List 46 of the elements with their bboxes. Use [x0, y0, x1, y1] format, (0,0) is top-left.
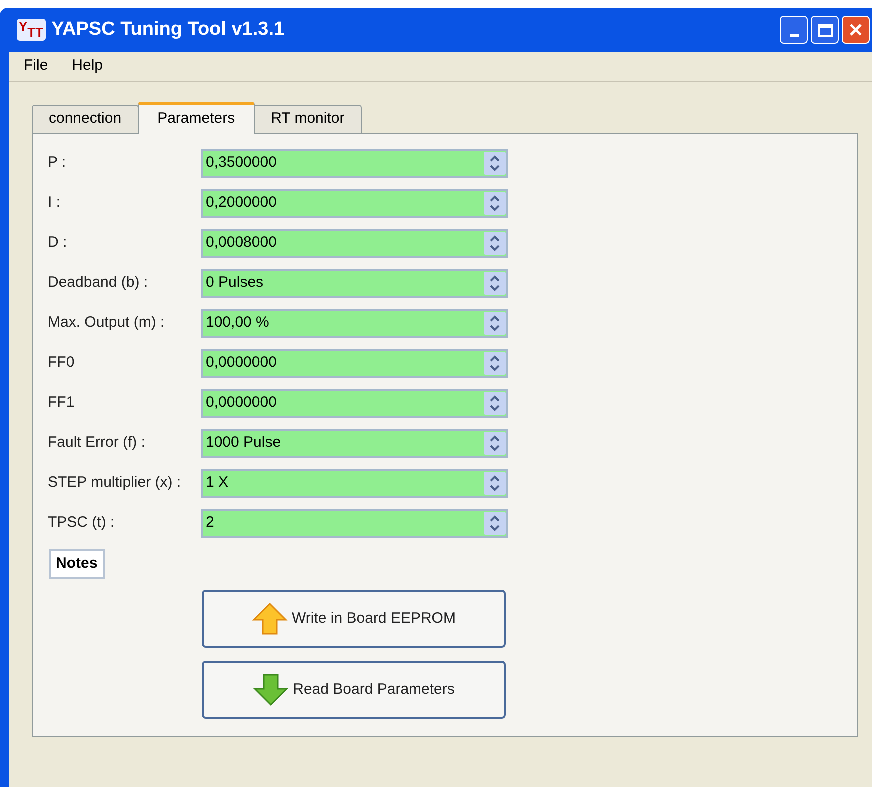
window-title: YAPSC Tuning Tool v1.3.1: [52, 18, 285, 42]
parameter-label: TPSC (t) :: [48, 513, 116, 534]
tab[interactable]: Parameters: [138, 102, 256, 134]
spin-box[interactable]: 0,0000000: [201, 349, 508, 378]
spin-box[interactable]: 2: [201, 509, 508, 538]
maximize-button[interactable]: [811, 16, 839, 44]
spinner-arrows-icon[interactable]: [484, 192, 506, 215]
notes-button[interactable]: Notes: [49, 549, 105, 579]
parameter-label: D :: [48, 233, 68, 254]
spin-box[interactable]: 1 X: [201, 469, 508, 498]
app-logo: YTT: [17, 19, 46, 41]
menu-item[interactable]: Help: [72, 55, 104, 78]
parameter-label: STEP multiplier (x) :: [48, 473, 182, 494]
spinner-arrows-icon[interactable]: [484, 152, 506, 175]
tab[interactable]: connection: [32, 105, 139, 134]
spin-box[interactable]: 0 Pulses: [201, 269, 508, 298]
tab[interactable]: RT monitor: [254, 105, 362, 134]
close-icon: [848, 22, 864, 38]
parameter-label: Max. Output (m) :: [48, 313, 166, 334]
down-arrow-icon: [253, 673, 290, 707]
parameter-label: FF1: [48, 393, 76, 414]
spinner-arrows-icon[interactable]: [484, 272, 506, 295]
action-button[interactable]: Write in Board EEPROM: [202, 590, 506, 648]
parameter-label: I :: [48, 193, 62, 214]
spin-box[interactable]: 1000 Pulse: [201, 429, 508, 458]
spinner-arrows-icon[interactable]: [484, 232, 506, 255]
spinner-arrows-icon[interactable]: [484, 472, 506, 495]
spin-box[interactable]: 0,0008000: [201, 229, 508, 258]
spinner-arrows-icon[interactable]: [484, 352, 506, 375]
spinner-arrows-icon[interactable]: [484, 312, 506, 335]
spinner-arrows-icon[interactable]: [484, 432, 506, 455]
menu-item[interactable]: File: [24, 55, 48, 78]
spinner-arrows-icon[interactable]: [484, 392, 506, 415]
spin-box[interactable]: 100,00 %: [201, 309, 508, 338]
up-arrow-icon: [252, 602, 288, 636]
minimize-button[interactable]: [780, 16, 808, 44]
spin-box[interactable]: 0,3500000: [201, 149, 508, 178]
spin-box[interactable]: 0,2000000: [201, 189, 508, 218]
spin-box[interactable]: 0,0000000: [201, 389, 508, 418]
spinner-arrows-icon[interactable]: [484, 512, 506, 535]
parameter-label: Deadband (b) :: [48, 273, 150, 294]
parameter-label: P :: [48, 153, 68, 174]
action-button[interactable]: Read Board Parameters: [202, 661, 506, 719]
close-button[interactable]: [842, 16, 870, 44]
parameter-label: Fault Error (f) :: [48, 433, 147, 454]
parameter-label: FF0: [48, 353, 76, 374]
